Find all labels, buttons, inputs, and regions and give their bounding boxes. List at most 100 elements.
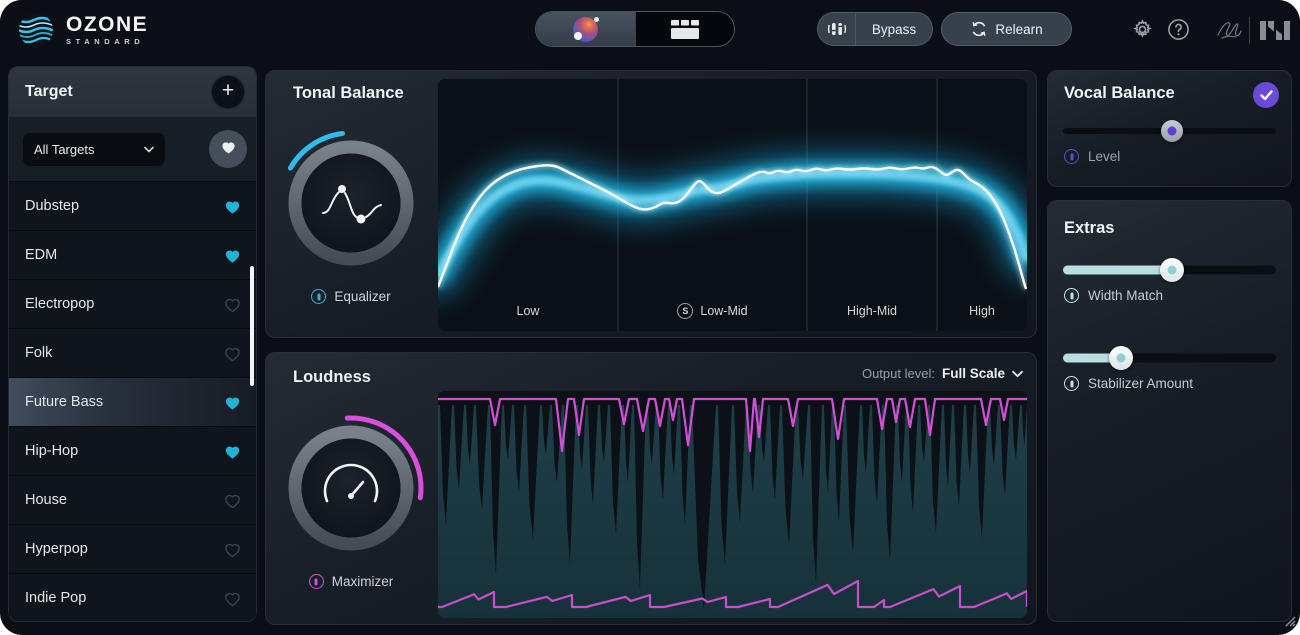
vocal-balance-panel: Vocal Balance Level xyxy=(1047,70,1292,187)
power-icon[interactable] xyxy=(1064,376,1079,391)
ozone-logo-icon xyxy=(16,10,56,50)
favorite-heart-icon[interactable] xyxy=(223,247,242,264)
target-row-label: Folk xyxy=(25,345,223,361)
target-row[interactable]: Future Bass xyxy=(9,378,256,426)
favorite-heart-icon[interactable] xyxy=(223,443,242,460)
power-icon[interactable] xyxy=(309,574,324,589)
target-row[interactable]: Hyperpop xyxy=(9,525,256,573)
relearn-label: Relearn xyxy=(995,22,1042,37)
add-target-button[interactable]: + xyxy=(211,75,245,109)
top-bar: OZONE STANDARD xyxy=(0,0,1300,62)
equalizer-module-row[interactable]: Equalizer xyxy=(266,289,436,304)
target-row-label: Future Bass xyxy=(25,394,223,410)
topbar-divider xyxy=(1249,17,1250,44)
resize-grip[interactable] xyxy=(1283,614,1296,632)
vocal-level-row[interactable]: Level xyxy=(1064,149,1120,164)
target-row[interactable]: Indie Pop xyxy=(9,574,256,622)
band-high-mid-label: High-Mid xyxy=(847,304,897,318)
target-filter-select[interactable]: All Targets xyxy=(23,133,165,166)
loudness-title: Loudness xyxy=(293,368,371,387)
extras-title: Extras xyxy=(1064,219,1114,238)
target-header: Target + xyxy=(9,67,256,117)
modules-view-icon xyxy=(670,19,700,40)
slider-handle[interactable] xyxy=(1160,258,1184,282)
solo-badge-icon[interactable]: S xyxy=(677,303,693,319)
stabilizer-amount-slider[interactable] xyxy=(1063,346,1276,370)
chevron-down-icon xyxy=(144,146,154,153)
target-sidebar: Target + All Targets Dubstep EDM xyxy=(8,66,257,622)
band-high-mid[interactable]: High-Mid xyxy=(807,301,937,321)
extras-panel: Extras Width Match Stabilizer Amount xyxy=(1047,200,1292,622)
target-row[interactable]: Folk xyxy=(9,329,256,377)
io-faders-button[interactable] xyxy=(818,18,855,40)
tonal-balance-title: Tonal Balance xyxy=(293,84,404,103)
slider-handle[interactable] xyxy=(1109,346,1133,370)
band-high[interactable]: High xyxy=(937,301,1027,321)
slider-handle[interactable] xyxy=(1161,120,1183,142)
maximizer-amount-knob[interactable] xyxy=(271,408,431,568)
target-row-label: Electropop xyxy=(25,296,223,312)
target-row[interactable]: Hip-Hop xyxy=(9,427,256,475)
faders-icon xyxy=(826,18,848,40)
power-icon[interactable] xyxy=(311,289,326,304)
favorite-heart-icon[interactable] xyxy=(223,590,242,607)
help-button[interactable] xyxy=(1166,17,1191,42)
view-mode-toggle[interactable] xyxy=(535,11,735,47)
target-list: Dubstep EDM Electropop Folk Future Bass xyxy=(9,181,256,621)
audiolens-button[interactable] xyxy=(1214,17,1244,42)
power-icon[interactable] xyxy=(1064,149,1079,164)
width-match-slider[interactable] xyxy=(1063,258,1276,282)
favorite-heart-icon[interactable] xyxy=(223,541,242,558)
output-level-dropdown[interactable]: Output level: Full Scale xyxy=(862,366,1023,381)
gear-icon xyxy=(1131,18,1154,41)
ni-logo xyxy=(1259,18,1292,48)
bypass-button[interactable]: Bypass xyxy=(856,22,932,37)
heart-icon xyxy=(220,139,237,160)
stabilizer-amount-label: Stabilizer Amount xyxy=(1088,376,1193,391)
favorite-heart-icon[interactable] xyxy=(223,492,242,509)
width-match-row[interactable]: Width Match xyxy=(1064,288,1163,303)
band-low-mid-label: Low-Mid xyxy=(700,304,747,318)
relearn-button[interactable]: Relearn xyxy=(941,12,1072,46)
brand: OZONE STANDARD xyxy=(66,14,148,46)
target-row-label: EDM xyxy=(25,247,223,263)
favorites-filter-button[interactable] xyxy=(209,130,247,168)
loudness-panel: Loudness xyxy=(265,352,1037,625)
brand-tier: STANDARD xyxy=(66,38,148,46)
width-match-label: Width Match xyxy=(1088,288,1163,303)
target-row-label: Indie Pop xyxy=(25,590,223,606)
assistant-sphere-icon xyxy=(573,17,598,42)
vocal-balance-title: Vocal Balance xyxy=(1064,84,1175,103)
band-high-label: High xyxy=(969,304,995,318)
stabilizer-amount-row[interactable]: Stabilizer Amount xyxy=(1064,376,1193,391)
target-list-scrollbar[interactable] xyxy=(250,266,254,386)
tonal-balance-panel: Tonal Balance xyxy=(265,70,1037,338)
signature-squiggle-icon xyxy=(1214,17,1244,43)
vocal-level-label: Level xyxy=(1088,149,1120,164)
band-low-mid[interactable]: S Low-Mid xyxy=(618,301,807,321)
band-labels: Low S Low-Mid High-Mid High xyxy=(438,301,1027,321)
favorite-heart-icon[interactable] xyxy=(223,296,242,313)
vocal-balance-enabled-check[interactable] xyxy=(1253,82,1279,108)
target-row[interactable]: EDM xyxy=(9,231,256,279)
detailed-view-tab[interactable] xyxy=(636,12,735,46)
loudness-waveform xyxy=(438,391,1027,618)
favorite-heart-icon[interactable] xyxy=(223,345,242,362)
target-row[interactable]: House xyxy=(9,476,256,524)
check-icon xyxy=(1260,90,1273,101)
vocal-level-slider[interactable] xyxy=(1063,119,1276,143)
target-row[interactable]: Electropop xyxy=(9,280,256,328)
power-icon[interactable] xyxy=(1064,288,1079,303)
target-row[interactable]: Dubstep xyxy=(9,182,256,230)
favorite-heart-icon[interactable] xyxy=(223,394,242,411)
favorite-heart-icon[interactable] xyxy=(223,198,242,215)
equalizer-amount-knob[interactable] xyxy=(271,123,431,283)
settings-button[interactable] xyxy=(1130,17,1155,42)
maximizer-module-row[interactable]: Maximizer xyxy=(266,574,436,589)
target-title: Target xyxy=(25,83,211,101)
assistant-view-tab[interactable] xyxy=(536,12,635,46)
brand-name: OZONE xyxy=(66,14,148,35)
band-low[interactable]: Low xyxy=(438,301,618,321)
waveform-visualization xyxy=(438,391,1027,618)
target-row-label: Dubstep xyxy=(25,198,223,214)
